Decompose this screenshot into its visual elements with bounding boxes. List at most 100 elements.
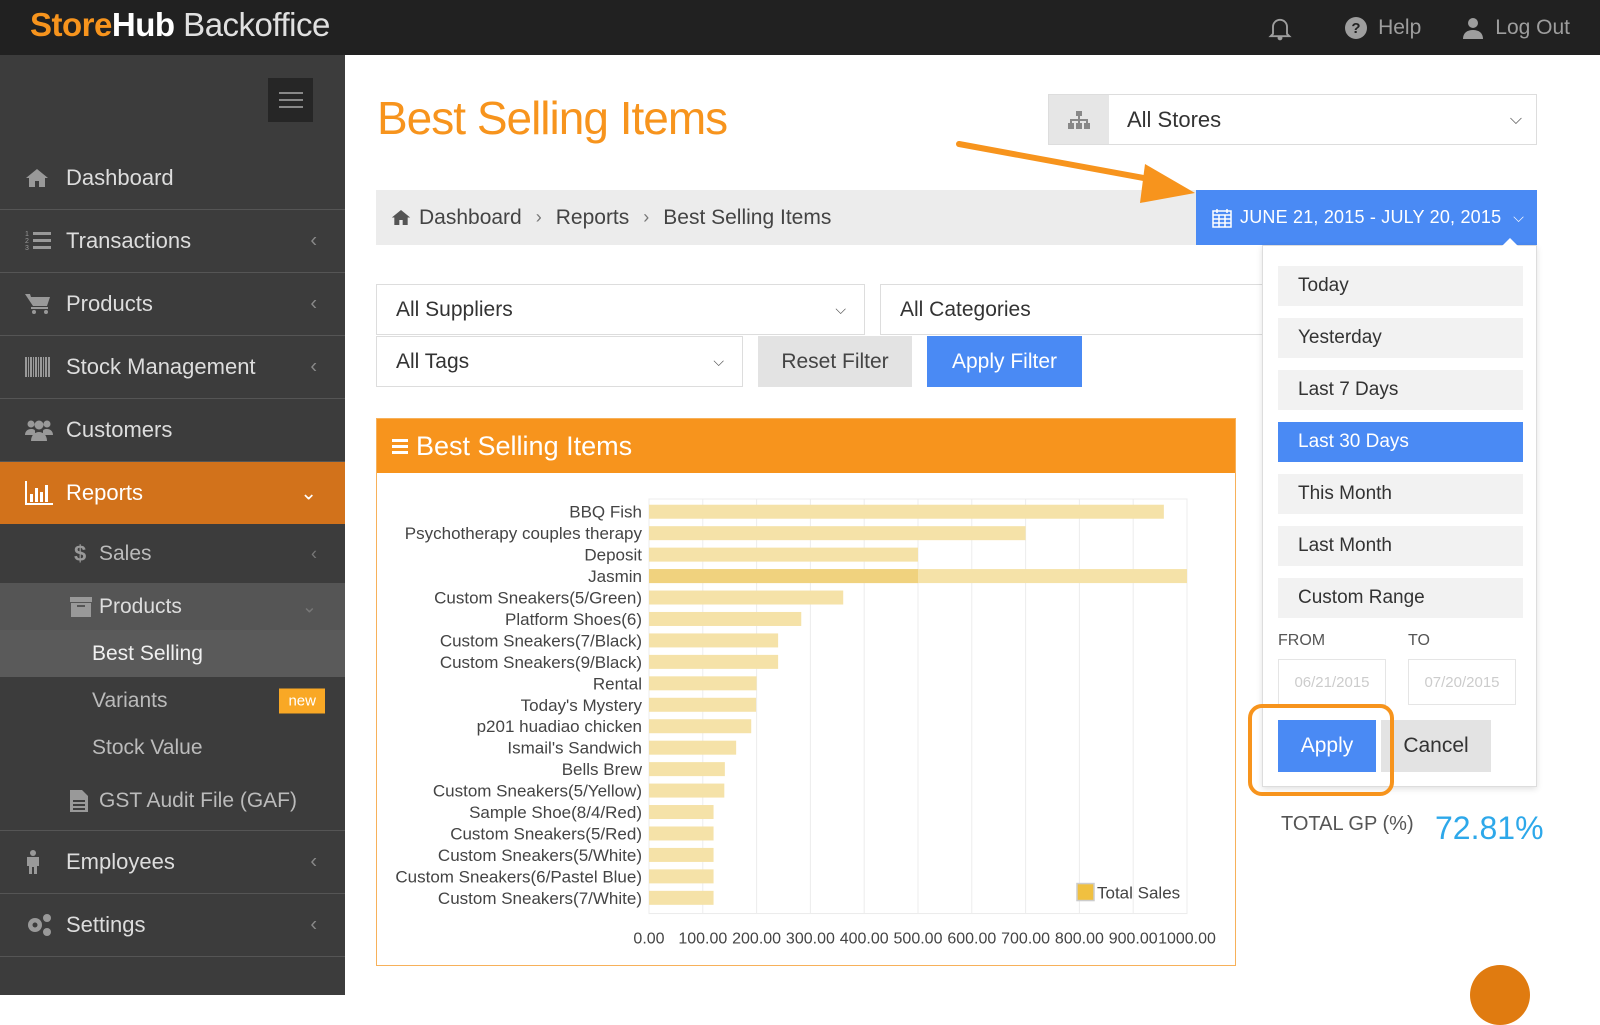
app-logo[interactable]: StoreHub Backoffice	[30, 6, 330, 44]
bar	[649, 504, 1164, 519]
chevron-down-icon: ⌵	[713, 353, 724, 369]
sidebar-item-reports[interactable]: Reports ⌄	[0, 462, 345, 524]
suppliers-select[interactable]: All Suppliers ⌵	[376, 284, 865, 335]
bar	[649, 762, 725, 777]
date-range-dropdown: Today Yesterday Last 7 Days Last 30 Days Thi…	[1262, 238, 1537, 787]
x-tick-label: 800.00	[1055, 931, 1104, 948]
main-content: Best Selling Items All Stores ⌵ Dashboar…	[345, 55, 1600, 1025]
bell-icon	[1268, 18, 1292, 40]
category-label: Custom Sneakers(7/Black)	[440, 631, 642, 650]
apply-filter-button[interactable]: Apply Filter	[927, 336, 1082, 387]
legend-swatch	[1076, 882, 1095, 902]
sidebar-item-label: Customers	[66, 417, 173, 442]
tags-select[interactable]: All Tags ⌵	[376, 336, 743, 387]
chevron-left-icon: ‹	[310, 913, 317, 936]
dollar-icon: $	[74, 540, 87, 566]
submenu-item-label: Variants	[92, 688, 168, 712]
chat-bubble-button[interactable]	[1470, 965, 1530, 1025]
reports-submenu: $ Sales ‹ Products ⌄ Best Selling Varian…	[0, 524, 345, 831]
panel-title: Best Selling Items	[416, 430, 633, 461]
submenu-item-best-selling[interactable]: Best Selling	[0, 630, 345, 677]
categories-select[interactable]: All Categories	[880, 284, 1270, 335]
date-range-option[interactable]: Yesterday	[1278, 318, 1523, 358]
date-range-option[interactable]: Custom Range	[1278, 578, 1523, 618]
store-select[interactable]: All Stores ⌵	[1048, 94, 1537, 145]
date-range-picker[interactable]: JUNE 21, 2015 - JULY 20, 2015 ⌵	[1196, 190, 1537, 245]
date-cancel-button[interactable]: Cancel	[1381, 720, 1491, 772]
sidebar-toggle-button[interactable]	[268, 78, 313, 122]
category-label: Psychotherapy couples therapy	[405, 524, 643, 543]
bar	[649, 847, 714, 862]
category-label: p201 huadiao chicken	[477, 717, 642, 736]
breadcrumb: Dashboard › Reports › Best Selling Items	[376, 190, 1196, 245]
category-label: Platform Shoes(6)	[505, 610, 642, 629]
svg-text:?: ?	[1351, 20, 1360, 37]
dropdown-caret	[1502, 238, 1518, 246]
bar	[649, 611, 802, 626]
sidebar: Dashboard 123 Transactions ‹ Products ‹ …	[0, 55, 345, 995]
users-icon	[25, 420, 53, 441]
archive-icon	[70, 596, 92, 617]
category-label: Ismail's Sandwich	[507, 739, 642, 758]
submenu-item-stock-value[interactable]: Stock Value	[0, 724, 345, 771]
date-apply-button[interactable]: Apply	[1278, 720, 1376, 772]
from-date-input[interactable]: 06/21/2015	[1278, 659, 1386, 705]
x-tick-label: 400.00	[840, 931, 889, 948]
breadcrumb-separator: ›	[643, 207, 650, 227]
bar	[649, 826, 714, 841]
sidebar-item-products[interactable]: Products ‹	[0, 273, 345, 336]
sidebar-item-label: Dashboard	[66, 165, 174, 190]
x-tick-label: 600.00	[947, 931, 996, 948]
date-range-option[interactable]: Today	[1278, 266, 1523, 306]
date-range-option[interactable]: Last Month	[1278, 526, 1523, 566]
chevron-left-icon: ‹	[310, 292, 317, 315]
to-date-input[interactable]: 07/20/2015	[1408, 659, 1516, 705]
submenu-item-label: Products	[99, 594, 182, 618]
hamburger-line	[278, 92, 303, 94]
reset-filter-button[interactable]: Reset Filter	[758, 336, 912, 387]
sidebar-item-stock-management[interactable]: Stock Management ‹	[0, 336, 345, 399]
category-label: Custom Sneakers(6/Pastel Blue)	[395, 867, 642, 886]
best-selling-panel: Best Selling Items BBQ Fish Psychotherapy…	[376, 418, 1236, 966]
bar	[649, 590, 844, 605]
breadcrumb-link-reports[interactable]: Reports	[556, 206, 630, 230]
submenu-item-sales[interactable]: $ Sales ‹	[0, 524, 345, 583]
sidebar-item-dashboard[interactable]: Dashboard	[0, 147, 345, 210]
bar	[649, 676, 757, 691]
new-badge: new	[279, 688, 325, 713]
category-label: Jasmin	[588, 567, 642, 586]
submenu-item-label: Sales	[99, 541, 152, 565]
breadcrumb-link-dashboard[interactable]: Dashboard	[419, 206, 522, 230]
sidebar-item-customers[interactable]: Customers	[0, 399, 345, 462]
sidebar-item-transactions[interactable]: 123 Transactions ‹	[0, 210, 345, 273]
submenu-item-products[interactable]: Products ⌄	[0, 583, 345, 630]
submenu-item-variants[interactable]: Variants new	[0, 677, 345, 724]
chevron-left-icon: ‹	[310, 229, 317, 252]
file-text-icon	[70, 789, 88, 812]
submenu-item-gaf[interactable]: GST Audit File (GAF)	[0, 771, 345, 831]
gears-icon	[28, 914, 51, 936]
bar	[649, 697, 757, 712]
bar	[649, 526, 1026, 541]
x-tick-label: 100.00	[678, 931, 727, 948]
logout-button[interactable]: Log Out	[1461, 16, 1570, 40]
panel-header: Best Selling Items	[377, 419, 1235, 473]
sidebar-item-settings[interactable]: Settings ‹	[0, 894, 345, 957]
submenu-item-label: Stock Value	[92, 735, 203, 759]
hamburger-line	[278, 99, 303, 101]
sidebar-nav: Dashboard 123 Transactions ‹ Products ‹ …	[0, 147, 345, 957]
date-range-option[interactable]: Last 30 Days	[1278, 422, 1523, 462]
notifications-button[interactable]	[1266, 14, 1304, 42]
x-tick-label: 1000.00	[1158, 931, 1216, 948]
date-range-option[interactable]: This Month	[1278, 474, 1523, 514]
bar	[649, 740, 737, 755]
tags-select-value: All Tags	[396, 349, 470, 373]
user-icon	[1463, 17, 1484, 39]
page-title: Best Selling Items	[377, 92, 728, 144]
date-range-option[interactable]: Last 7 Days	[1278, 370, 1523, 410]
sidebar-item-employees[interactable]: Employees ‹	[0, 831, 345, 894]
category-label: Custom Sneakers(7/White)	[438, 889, 642, 908]
breadcrumb-separator: ›	[535, 207, 542, 227]
help-button[interactable]: ? Help	[1344, 16, 1421, 40]
total-gp-value: 72.81%	[1435, 810, 1544, 846]
